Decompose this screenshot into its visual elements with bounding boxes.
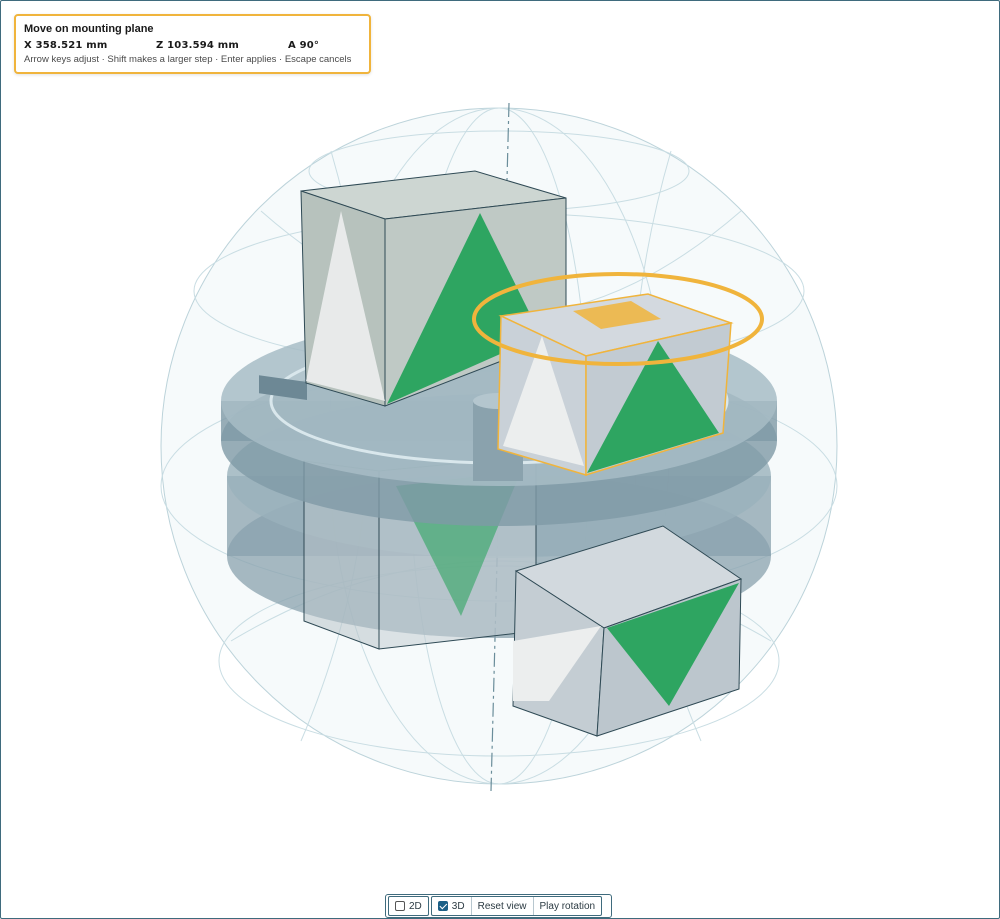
- view-toolbar: 2D 3D Reset view Play rotation: [385, 894, 612, 918]
- checkbox-3d[interactable]: [437, 901, 448, 911]
- viewport-frame: Move on mounting plane X 358.521 mm Z 10…: [0, 0, 1000, 919]
- hud-x-value: X 358.521 mm: [24, 40, 108, 51]
- 3d-viewport[interactable]: [1, 1, 999, 918]
- toolbar-group-3d: 3D Reset view Play rotation: [430, 896, 603, 916]
- view-2d-toggle[interactable]: 2D: [389, 897, 428, 915]
- move-hud-panel: Move on mounting plane X 358.521 mm Z 10…: [14, 14, 371, 74]
- view-3d-label: 3D: [451, 900, 465, 912]
- play-rotation-button[interactable]: Play rotation: [534, 897, 602, 915]
- toolbar-group-2d: 2D: [388, 896, 429, 916]
- reset-view-button[interactable]: Reset view: [472, 897, 534, 915]
- hud-hint: Arrow keys adjust · Shift makes a larger…: [24, 54, 352, 65]
- view-2d-label: 2D: [409, 900, 422, 912]
- hud-a-value: A 90°: [288, 40, 320, 51]
- hud-title: Move on mounting plane: [24, 23, 154, 35]
- checkbox-2d[interactable]: [395, 901, 405, 911]
- hud-z-value: Z 103.594 mm: [156, 40, 240, 51]
- view-3d-toggle[interactable]: 3D: [432, 897, 472, 915]
